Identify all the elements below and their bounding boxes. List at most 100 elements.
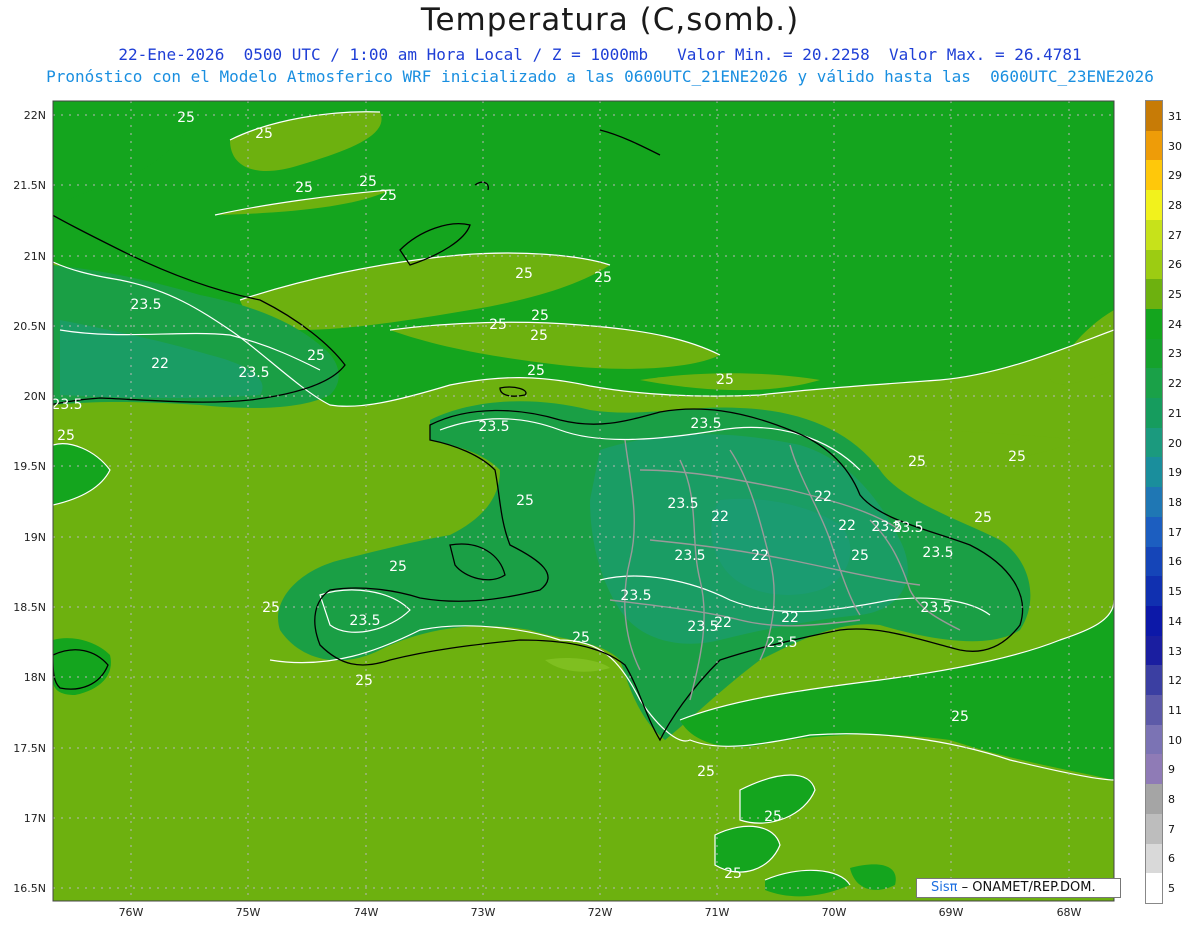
lat-label: 19.5N	[13, 460, 46, 473]
contour-label: 22	[151, 356, 169, 372]
colorbar-label: 19	[1168, 466, 1182, 480]
contour-label: 25	[379, 188, 397, 204]
lat-label: 16.5N	[13, 882, 46, 895]
colorbar-cell	[1146, 873, 1162, 903]
colorbar-cell	[1146, 278, 1162, 309]
lon-label: 70W	[822, 906, 847, 919]
lat-axis: 22N 21.5N 21N 20.5N 20N 19.5N 19N 18.5N …	[13, 109, 46, 895]
contour-label: 23.5	[687, 619, 718, 635]
lon-axis: 76W 75W 74W 73W 72W 71W 70W 69W 68W	[119, 906, 1082, 919]
contour-label: 23.5	[920, 600, 951, 616]
colorbar-cell	[1146, 160, 1162, 191]
colorbar-cell	[1146, 843, 1162, 874]
contour-label: 25	[57, 428, 75, 444]
contour-label: 23.5	[766, 635, 797, 651]
contour-label: 25	[908, 454, 926, 470]
lon-label: 73W	[471, 906, 496, 919]
colorbar-label: 20	[1168, 436, 1182, 450]
contour-label: 23.5	[51, 397, 82, 413]
colorbar-cell	[1146, 457, 1162, 488]
colorbar-label: 5	[1168, 882, 1175, 896]
colorbar-cell	[1146, 338, 1162, 369]
contour-label: 25	[359, 174, 377, 190]
colorbar-cell	[1146, 575, 1162, 606]
colorbar	[1145, 100, 1163, 904]
contour-label: 23.5	[130, 297, 161, 313]
contour-label: 22	[711, 509, 729, 525]
colorbar-label: 29	[1168, 169, 1182, 183]
contour-label: 22	[781, 610, 799, 626]
colorbar-label: 23	[1168, 347, 1182, 361]
colorbar-label: 13	[1168, 644, 1182, 658]
contour-label: 25	[851, 548, 869, 564]
lat-label: 19N	[24, 531, 46, 544]
contour-label: 23.5	[349, 613, 380, 629]
contour-label: 25	[515, 266, 533, 282]
lon-label: 71W	[705, 906, 730, 919]
colorbar-cell	[1146, 694, 1162, 725]
contour-label: 23.5	[238, 365, 269, 381]
colorbar-cell	[1146, 783, 1162, 814]
colorbar-cell	[1146, 368, 1162, 399]
colorbar-label: 22	[1168, 377, 1182, 391]
colorbar-label: 21	[1168, 406, 1182, 420]
contour-label: 25	[594, 270, 612, 286]
colorbar-cell	[1146, 219, 1162, 250]
colorbar-label: 6	[1168, 852, 1175, 866]
contour-label: 25	[295, 180, 313, 196]
colorbar-label: 18	[1168, 496, 1182, 509]
lon-label: 74W	[354, 906, 379, 919]
contour-label: 23.5	[922, 545, 953, 561]
colorbar-cell	[1146, 427, 1162, 458]
colorbar-label: 28	[1168, 198, 1182, 212]
sispi-logo-text: Sisπ	[931, 880, 958, 895]
lat-label: 17N	[24, 812, 46, 825]
contour-label: 25	[974, 510, 992, 526]
contour-label: 25	[951, 709, 969, 725]
colorbar-cell	[1146, 249, 1162, 280]
contour-label: 25	[697, 764, 715, 780]
lat-label: 21.5N	[13, 179, 46, 192]
colorbar-label: 9	[1168, 763, 1175, 777]
contour-label: 25	[530, 328, 548, 344]
contour-label: 23.5	[892, 520, 923, 536]
contour-label: 25	[1008, 449, 1026, 465]
colorbar-label: 15	[1168, 585, 1182, 599]
colorbar-label: 31	[1168, 109, 1182, 123]
contour-label: 25	[527, 363, 545, 379]
contour-label: 25	[355, 673, 373, 689]
lat-label: 20.5N	[13, 320, 46, 333]
colorbar-cell	[1146, 754, 1162, 785]
lat-label: 22N	[24, 109, 46, 122]
colorbar-cell	[1146, 605, 1162, 636]
temperature-map: 25 25 25 25 25 25 25 25 25 23.5 22 23.5 …	[13, 100, 1115, 919]
contour-label: 22	[751, 548, 769, 564]
colorbar-label: 25	[1168, 288, 1182, 302]
contour-label: 25	[489, 317, 507, 333]
contour-label: 23.5	[667, 496, 698, 512]
lon-label: 72W	[588, 906, 613, 919]
colorbar-cell	[1146, 813, 1162, 844]
contour-label: 25	[389, 559, 407, 575]
colorbar-cell	[1146, 308, 1162, 339]
lat-label: 18N	[24, 671, 46, 684]
colorbar-cell	[1146, 397, 1162, 428]
lat-label: 20N	[24, 390, 46, 403]
colorbar-cell	[1146, 486, 1162, 517]
contour-label: 23.5	[478, 419, 509, 435]
colorbar-label: 7	[1168, 822, 1175, 836]
contour-label: 25	[764, 809, 782, 825]
colorbar-label: 12	[1168, 674, 1182, 688]
colorbar-label: 17	[1168, 525, 1182, 539]
lon-label: 68W	[1057, 906, 1082, 919]
lat-label: 21N	[24, 250, 46, 263]
colorbar-cell	[1146, 130, 1162, 161]
colorbar-label: 27	[1168, 228, 1182, 242]
contour-label: 25	[255, 126, 273, 142]
colorbar-label: 10	[1168, 733, 1182, 747]
contour-label: 25	[531, 308, 549, 324]
lat-label: 18.5N	[13, 601, 46, 614]
colorbar-cell	[1146, 516, 1162, 547]
lon-label: 69W	[939, 906, 964, 919]
colorbar-cell	[1146, 100, 1162, 131]
